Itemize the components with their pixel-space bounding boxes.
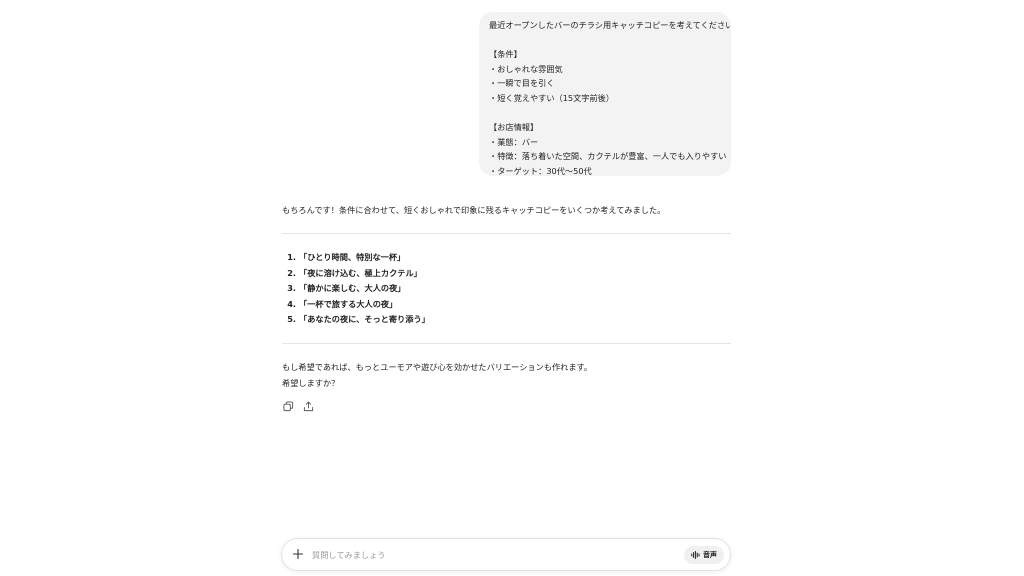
list-number: 2. — [287, 267, 296, 278]
catchcopy-item-4: 4. 「一杯で旅する大人の夜」 — [282, 297, 430, 313]
attach-button[interactable] — [291, 547, 305, 561]
list-number: 1. — [287, 252, 296, 262]
copy-button[interactable] — [282, 400, 294, 412]
shop-info-item: ・特徴：落ち着いた空間、カクテルが豊富、一人でも入りやすい — [489, 151, 727, 162]
bubble-spacer — [489, 33, 721, 48]
list-number: 5. — [287, 314, 296, 325]
shop-info-item: ・ターゲット：30代〜50代 — [489, 165, 592, 176]
section-divider — [282, 343, 731, 344]
catchcopy-list: 1. 「ひとり時間、特別な一杯」 2. 「夜に溶け込む、極上カクテル」 3. 「静かに… — [282, 250, 430, 328]
assistant-intro-text: もちろんです！条件に合わせて、短くおしゃれで印象に残るキャッチコピーをいくつか考… — [282, 205, 666, 215]
message-actions — [282, 400, 314, 412]
catchcopy-item-1: 1. 「ひとり時間、特別な一杯」 — [282, 250, 430, 266]
user-request-text: 最近オープンしたバーのチラシ用キャッチコピーを考えてください。 — [489, 20, 731, 30]
chat-composer: 音声 — [281, 538, 731, 571]
prompt-input[interactable] — [312, 547, 652, 563]
closing-line: 希望しますか？ — [282, 377, 340, 388]
share-icon — [303, 401, 313, 411]
catchcopy-text: 「静かに楽しむ、大人の夜」 — [299, 283, 406, 294]
user-message-bubble: 最近オープンしたバーのチラシ用キャッチコピーを考えてください。 【条件】 ・おし… — [479, 12, 731, 176]
catchcopy-text: 「一杯で旅する大人の夜」 — [299, 298, 398, 309]
plus-icon — [293, 549, 303, 559]
catchcopy-item-2: 2. 「夜に溶け込む、極上カクテル」 — [282, 266, 430, 282]
conditions-header: 【条件】 — [489, 49, 522, 60]
copy-icon — [282, 400, 293, 411]
list-number: 4. — [287, 298, 296, 309]
catchcopy-text: 「あなたの夜に、そっと寄り添う」 — [299, 314, 430, 325]
shop-info-item: ・業態：バー — [489, 136, 539, 147]
closing-line: もし希望であれば、もっとユーモアや遊び心を効かせたバリエーションも作れます。 — [282, 362, 593, 372]
catchcopy-text: 「ひとり時間、特別な一杯」 — [299, 252, 406, 262]
chat-page: 最近オープンしたバーのチラシ用キャッチコピーを考えてください。 【条件】 ・おし… — [0, 0, 1024, 576]
condition-item: ・短く覚えやすい（15文字前後） — [489, 92, 615, 103]
condition-item: ・おしゃれな雰囲気 — [489, 63, 563, 74]
condition-item: ・一瞬で目を引く — [489, 78, 555, 89]
bubble-spacer — [489, 106, 721, 121]
assistant-closing-text: もし希望であれば、もっとユーモアや遊び心を効かせたバリエーションも作れます。 希… — [282, 360, 592, 391]
share-button[interactable] — [302, 400, 314, 412]
voice-button[interactable]: 音声 — [684, 546, 724, 564]
waveform-icon — [691, 551, 700, 559]
voice-label: 音声 — [703, 551, 717, 559]
shop-info-header: 【お店情報】 — [489, 122, 539, 133]
section-divider — [282, 233, 731, 234]
list-number: 3. — [287, 283, 296, 294]
catchcopy-item-3: 3. 「静かに楽しむ、大人の夜」 — [282, 281, 430, 297]
catchcopy-text: 「夜に溶け込む、極上カクテル」 — [299, 267, 422, 278]
catchcopy-item-5: 5. 「あなたの夜に、そっと寄り添う」 — [282, 312, 430, 328]
